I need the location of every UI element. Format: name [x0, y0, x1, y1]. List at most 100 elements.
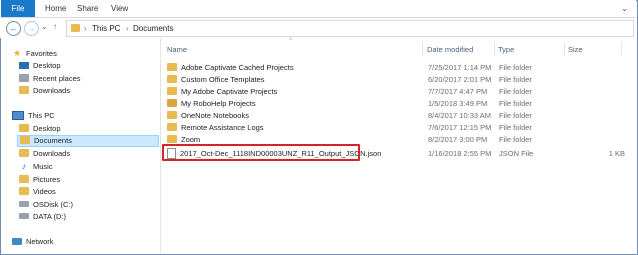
- file-name: Custom Office Templates: [181, 75, 265, 84]
- recent-locations-icon[interactable]: ⌄: [41, 22, 48, 31]
- nav-favorites[interactable]: ★ Favorites: [12, 48, 57, 59]
- nav-label: Music: [33, 162, 53, 171]
- recent-places-icon: [19, 74, 29, 83]
- ribbon: File Home Share View ⌄: [0, 0, 636, 18]
- nav-fav-recent-places[interactable]: Recent places: [19, 73, 81, 84]
- nav-label: Desktop: [33, 124, 61, 133]
- nav-label: Favorites: [26, 49, 57, 58]
- file-size: 1 KB: [608, 149, 625, 158]
- expand-ribbon-icon[interactable]: ⌄: [621, 4, 628, 13]
- column-divider[interactable]: [564, 42, 565, 56]
- column-divider[interactable]: [494, 42, 495, 56]
- file-name: My RoboHelp Projects: [181, 99, 256, 108]
- nav-label: Desktop: [33, 61, 61, 70]
- folder-icon: [167, 87, 177, 96]
- forward-button[interactable]: →: [24, 21, 39, 36]
- navigation-pane: ★ Favorites Desktop Recent places Downloa…: [0, 38, 161, 253]
- file-date: 1/16/2018 2:55 PM: [428, 149, 492, 158]
- nav-this-pc[interactable]: This PC: [12, 110, 55, 121]
- column-name[interactable]: Name: [167, 45, 187, 54]
- nav-pc-desktop[interactable]: Desktop: [19, 123, 61, 134]
- file-name: Remote Assistance Logs: [181, 123, 264, 132]
- file-type: File folder: [499, 75, 532, 84]
- nav-fav-desktop[interactable]: Desktop: [19, 60, 61, 71]
- file-date: 8/4/2017 10:33 AM: [428, 111, 491, 120]
- address-bar[interactable]: › This PC › Documents: [66, 20, 634, 37]
- music-icon: ♪: [21, 160, 27, 171]
- nav-label: OSDisk (C:): [33, 200, 73, 209]
- folder-icon: [19, 187, 29, 196]
- nav-label: Downloads: [33, 86, 71, 95]
- folder-icon: [19, 149, 29, 158]
- folder-icon: [167, 75, 177, 84]
- file-name: My Adobe Captivate Projects: [181, 87, 278, 96]
- tab-home[interactable]: Home: [45, 0, 66, 17]
- file-type: File folder: [499, 135, 532, 144]
- file-row[interactable]: My Adobe Captivate Projects 7/7/2017 4:4…: [163, 86, 633, 97]
- folder-icon: [20, 136, 30, 145]
- folder-icon: [19, 124, 29, 133]
- up-button[interactable]: ↑: [53, 22, 57, 31]
- drive-icon: [19, 201, 29, 208]
- file-date: 7/7/2017 4:47 PM: [428, 87, 488, 96]
- nav-pc-pictures[interactable]: Pictures: [19, 174, 60, 185]
- file-name: OneNote Notebooks: [181, 111, 249, 120]
- address-row: ← → ⌄ ↑ › This PC › Documents: [0, 18, 636, 38]
- breadcrumb-this-pc[interactable]: This PC: [92, 23, 120, 34]
- file-type: JSON File: [499, 149, 534, 158]
- file-name: Adobe Captivate Cached Projects: [181, 63, 294, 72]
- column-size[interactable]: Size: [568, 45, 583, 54]
- desktop-icon: [19, 61, 29, 69]
- nav-label: Recent places: [33, 74, 81, 83]
- file-row[interactable]: Adobe Captivate Cached Projects 7/25/201…: [163, 62, 633, 73]
- nav-label: Downloads: [33, 149, 71, 158]
- folder-icon: [167, 63, 177, 72]
- file-type: File folder: [499, 63, 532, 72]
- tab-view[interactable]: View: [111, 0, 128, 17]
- nav-label: Videos: [33, 187, 56, 196]
- file-date: 8/2/2017 3:00 PM: [428, 135, 488, 144]
- column-divider[interactable]: [621, 42, 622, 56]
- file-date: 7/25/2017 1:14 PM: [428, 63, 492, 72]
- drive-icon: [19, 213, 29, 220]
- computer-icon: [12, 110, 24, 120]
- file-row[interactable]: OneNote Notebooks 8/4/2017 10:33 AM File…: [163, 110, 633, 121]
- nav-pc-downloads[interactable]: Downloads: [19, 148, 70, 159]
- tab-share[interactable]: Share: [77, 0, 98, 17]
- column-type[interactable]: Type: [498, 45, 514, 54]
- file-type: File folder: [499, 123, 532, 132]
- folder-icon: [19, 175, 29, 184]
- star-icon: ★: [12, 47, 22, 58]
- breadcrumb-documents[interactable]: Documents: [133, 23, 173, 34]
- nav-fav-downloads[interactable]: Downloads: [19, 85, 70, 96]
- nav-pc-data[interactable]: DATA (D:): [19, 211, 66, 222]
- sort-ascending-icon: ^: [289, 38, 292, 44]
- file-type: File folder: [499, 87, 532, 96]
- file-date: 7/6/2017 12:15 PM: [428, 123, 492, 132]
- nav-network[interactable]: Network: [12, 236, 54, 247]
- folder-icon: [167, 111, 177, 120]
- nav-pc-documents[interactable]: Documents: [17, 135, 159, 147]
- file-date: 6/20/2017 2:01 PM: [428, 75, 492, 84]
- network-icon: [12, 237, 22, 245]
- nav-label: Pictures: [33, 175, 61, 184]
- file-row[interactable]: My RoboHelp Projects 1/5/2018 3:49 PM Fi…: [163, 98, 633, 109]
- folder-icon: [167, 135, 177, 144]
- nav-label: This PC: [28, 111, 55, 120]
- nav-label: Documents: [34, 136, 72, 145]
- downloads-folder-icon: [19, 86, 29, 95]
- nav-label: DATA (D:): [33, 212, 67, 221]
- robohelp-folder-icon: [167, 99, 177, 108]
- nav-pc-music[interactable]: ♪ Music: [19, 161, 53, 172]
- column-divider[interactable]: [422, 42, 423, 56]
- file-tab[interactable]: File: [1, 0, 35, 17]
- column-date-modified[interactable]: Date modified: [427, 45, 473, 54]
- back-button[interactable]: ←: [6, 21, 21, 36]
- file-row[interactable]: Custom Office Templates 6/20/2017 2:01 P…: [163, 74, 633, 85]
- file-row[interactable]: Remote Assistance Logs 7/6/2017 12:15 PM…: [163, 122, 633, 133]
- breadcrumb-separator-icon[interactable]: ›: [84, 23, 87, 34]
- nav-pc-osdisk[interactable]: OSDisk (C:): [19, 199, 73, 210]
- folder-icon: [167, 123, 177, 132]
- nav-pc-videos[interactable]: Videos: [19, 186, 56, 197]
- breadcrumb-separator-icon[interactable]: ›: [126, 23, 129, 34]
